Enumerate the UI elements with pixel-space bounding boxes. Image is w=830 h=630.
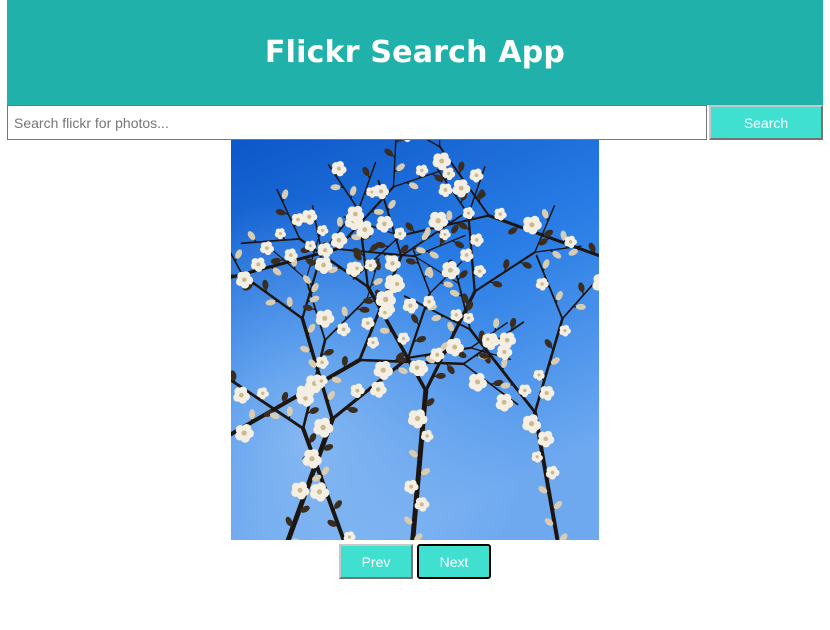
next-button[interactable]: Next [417,544,491,579]
cherry-blossom-photo [231,140,599,540]
search-input[interactable] [7,105,707,140]
result-photo [231,140,599,540]
app-header: Flickr Search App [7,0,823,105]
app-root: Flickr Search App Search flickr for phot… [0,0,830,630]
search-bar: Search [7,105,823,140]
page-title: Flickr Search App [264,35,566,70]
search-button[interactable]: Search [709,105,823,140]
prev-button[interactable]: Prev [339,544,413,579]
